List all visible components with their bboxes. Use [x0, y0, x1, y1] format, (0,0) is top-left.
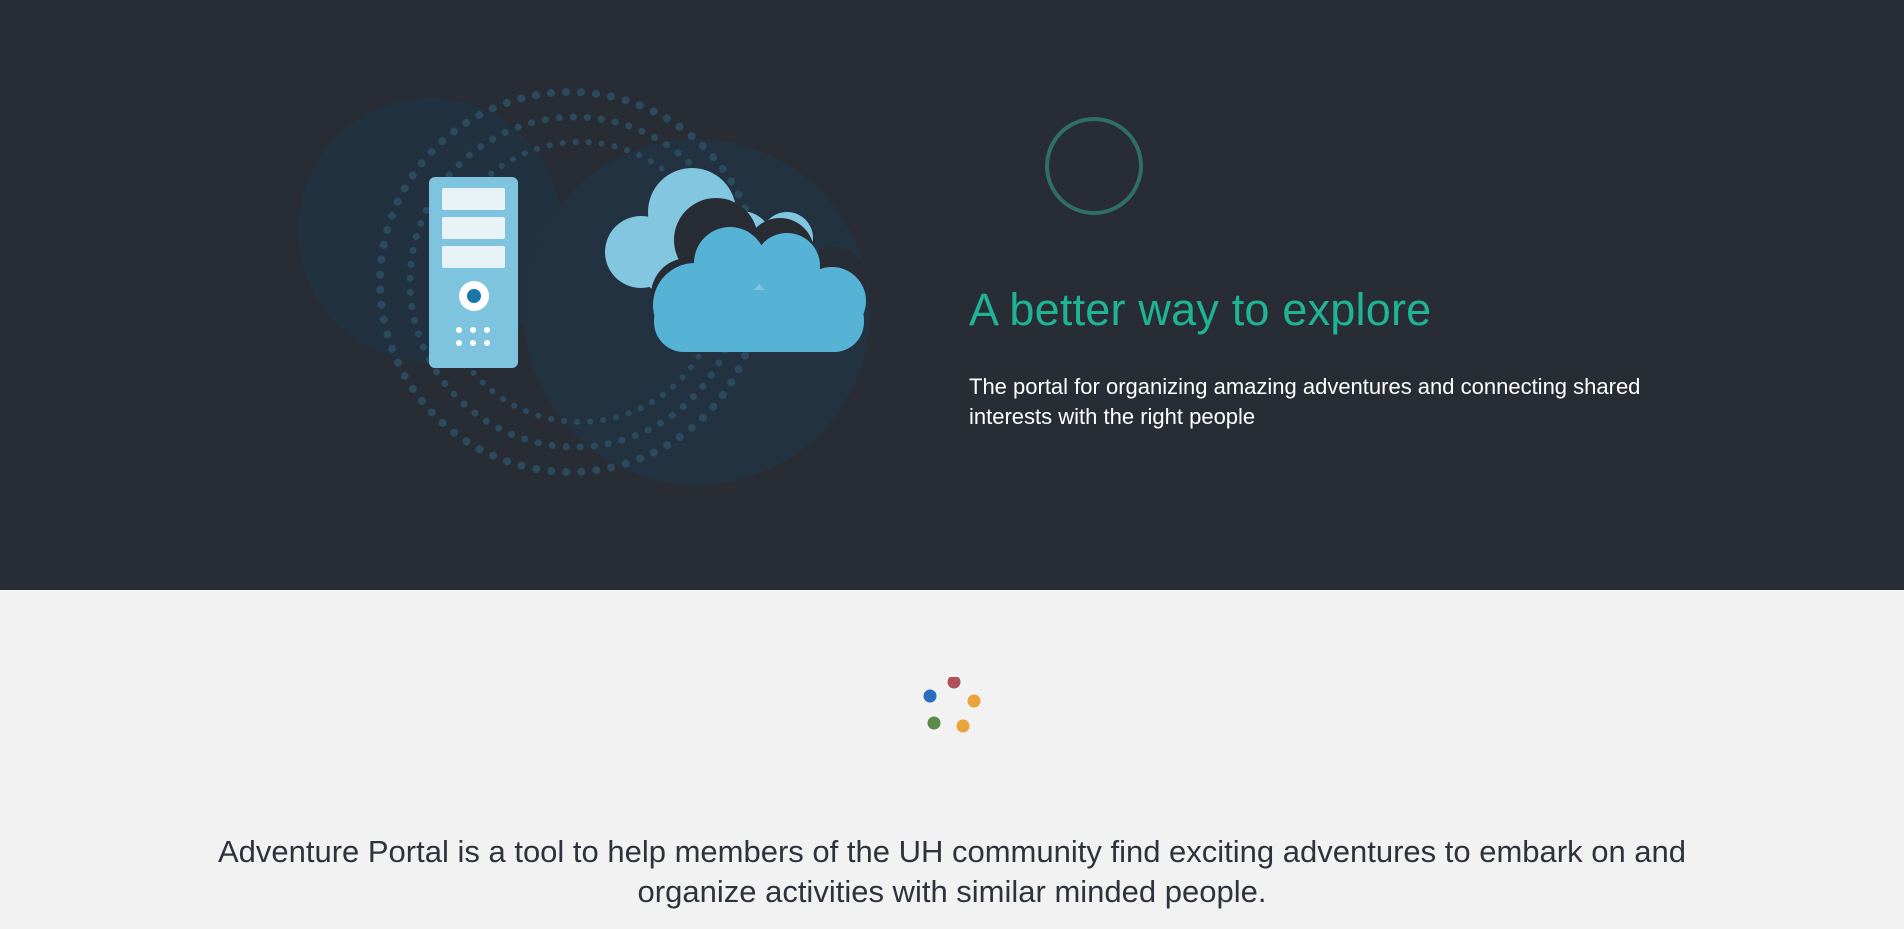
about-description: Adventure Portal is a tool to help membe… — [217, 834, 1687, 909]
spinner-dot — [947, 677, 961, 689]
spinner-dot — [923, 689, 937, 703]
hero-text: A better way to explore The portal for o… — [969, 282, 1669, 432]
spinner-dot — [927, 716, 941, 730]
hero-subtitle: The portal for organizing amazing advent… — [969, 374, 1641, 429]
spinner-dot — [956, 719, 970, 733]
hero-illustration — [298, 88, 870, 485]
spinner-dot — [967, 694, 981, 708]
loading-dots-icon — [923, 677, 981, 733]
about-section: Adventure Portal is a tool to help membe… — [0, 590, 1904, 929]
server-icon — [429, 177, 518, 368]
hero-title: A better way to explore — [969, 284, 1432, 335]
loading-ring-icon — [1045, 117, 1143, 215]
hero-section: A better way to explore The portal for o… — [0, 0, 1904, 590]
